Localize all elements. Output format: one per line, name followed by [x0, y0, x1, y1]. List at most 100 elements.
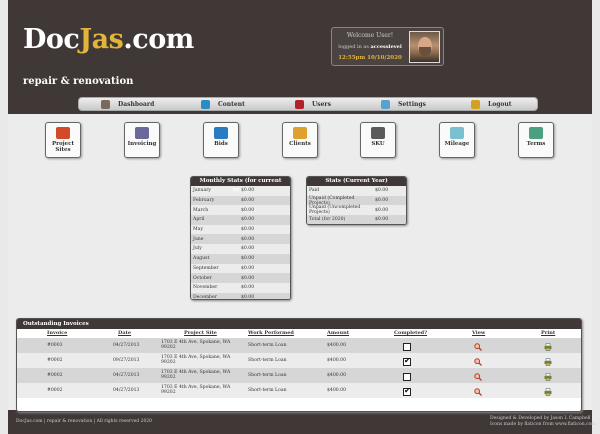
invoicing-icon [135, 127, 149, 139]
tile-clients[interactable]: Clients [282, 122, 318, 158]
column-header[interactable]: Date [118, 330, 131, 336]
tile-label: Invoicing [127, 141, 157, 147]
monthly-stat-row: March $0.00 [191, 205, 290, 216]
view-magnifier-icon[interactable] [474, 373, 482, 381]
logged-prefix: logged in as [338, 44, 369, 50]
nav-label: Content [218, 101, 245, 108]
column-header[interactable]: Work Performed [248, 330, 294, 336]
invoice-site: 1703 E 4th Ave, Spokane, WA 99202 [161, 370, 231, 380]
invoice-site: 1703 E 4th Ave, Spokane, WA 99202 [161, 355, 231, 365]
tile-label-2: Sites [55, 147, 71, 153]
year-stat-value: $0.00 [375, 188, 389, 194]
invoice-work: Short-term Loan [248, 358, 287, 363]
invoice-date: 04/27/2013 [113, 343, 140, 348]
year-stat-label: Paid [309, 188, 320, 194]
footer-credit-2: Icons made by flaticon from www.flaticon… [490, 421, 596, 427]
logged-in-text: logged in as accesslevel [332, 44, 408, 50]
footer-credit-1: Designed & Developed by Jason L Campbell [490, 416, 591, 421]
nav-content[interactable]: Content [201, 99, 245, 110]
tile-invoicing[interactable]: Invoicing [124, 122, 160, 158]
invoice-work: Short-term Loan [248, 343, 287, 348]
completed-checkbox[interactable] [403, 386, 411, 396]
nav-logout[interactable]: Logout [471, 99, 512, 110]
nav-label: Users [312, 101, 331, 108]
footer-credits: Designed & Developed by Jason L Campbell… [490, 416, 596, 427]
column-header[interactable]: View [472, 330, 485, 336]
nav-dashboard[interactable]: Dashboard [101, 99, 154, 110]
month-label: April [193, 217, 205, 223]
tile-label: Terms [526, 141, 546, 147]
avatar[interactable] [409, 31, 440, 63]
monthly-stats-rows: January $0.00 February $0.00 March $0.00 April… [191, 186, 290, 299]
completed-checkbox[interactable] [403, 356, 411, 366]
month-value: $0.00 [241, 227, 255, 233]
tile-label: Mileage [444, 141, 470, 147]
year-stats-rows: Paid $0.00 Unpaid (Completed Projects) $0.0… [307, 186, 406, 224]
sku-icon [371, 127, 385, 139]
month-value: $0.00 [241, 285, 255, 291]
column-header[interactable]: Amount [327, 330, 349, 336]
month-label: May [193, 227, 204, 233]
monthly-stat-row: February $0.00 [191, 195, 290, 206]
year-stat-row: Unpaid (Completed Projects) $0.00 [307, 196, 406, 206]
nav-users[interactable]: Users [295, 99, 331, 110]
print-icon[interactable] [544, 388, 552, 396]
month-value: $0.00 [241, 265, 255, 271]
year-stat-row: Unpaid (Uncompleted Projects) $0.00 [307, 205, 406, 215]
clients-icon [293, 127, 307, 139]
invoice-date: 04/27/2013 [113, 388, 140, 393]
month-value: $0.00 [241, 207, 255, 213]
nav-label: Settings [398, 101, 426, 108]
site-logo[interactable]: DocJas.com [23, 24, 194, 55]
completed-checkbox[interactable] [403, 373, 411, 381]
year-stat-label: Total (for 2020) [309, 217, 346, 223]
tile-sku[interactable]: SKU [360, 122, 396, 158]
invoices-header-row: Invoice Date Project Site Work Performed Amo… [17, 329, 581, 338]
monthly-stat-row: September $0.00 [191, 263, 290, 274]
invoice-date: 09/27/2013 [113, 358, 140, 363]
monthly-stat-row: June $0.00 [191, 234, 290, 245]
monthly-stats-panel: Monthly Stats (for current year) January… [190, 176, 291, 300]
main-nav: Dashboard Content Users Settings Logout [78, 97, 538, 111]
view-magnifier-icon[interactable] [474, 388, 482, 396]
month-value: $0.00 [241, 188, 255, 194]
month-value: $0.00 [241, 236, 255, 242]
nav-label: Logout [488, 101, 512, 108]
invoice-invoice: #0003 [47, 343, 63, 348]
print-icon[interactable] [544, 373, 552, 381]
dashboard-icon [101, 100, 110, 109]
monthly-stat-row: October $0.00 [191, 273, 290, 283]
tile-label: Clients [289, 141, 311, 147]
invoice-site: 1703 E 4th Ave, Spokane, WA 99202 [161, 340, 231, 350]
nav-settings[interactable]: Settings [381, 99, 426, 110]
year-stat-value: $0.00 [375, 198, 389, 204]
column-header[interactable]: Completed? [394, 330, 427, 336]
print-icon[interactable] [544, 358, 552, 366]
month-label: June [193, 236, 204, 242]
print-icon[interactable] [544, 343, 552, 351]
invoice-date: 04/27/2013 [113, 373, 140, 378]
welcome-text: Welcome User! [346, 32, 394, 39]
tagline: repair & renovation [23, 76, 134, 87]
tile-terms[interactable]: Terms [518, 122, 554, 158]
view-magnifier-icon[interactable] [474, 358, 482, 366]
users-icon [295, 100, 304, 109]
completed-checkbox[interactable] [403, 343, 411, 351]
month-value: $0.00 [241, 246, 255, 252]
tile-project[interactable]: Project Sites [45, 122, 81, 158]
outstanding-invoices-panel: Outstanding Invoices Invoice Date Project … [16, 318, 582, 412]
column-header[interactable]: Project Site [184, 330, 217, 336]
invoice-invoice: #0002 [47, 388, 63, 393]
view-magnifier-icon[interactable] [474, 343, 482, 351]
month-value: $0.00 [241, 256, 255, 262]
tile-mileage[interactable]: Mileage [439, 122, 475, 158]
column-header[interactable]: Invoice [47, 330, 67, 336]
invoice-amount: $400.00 [327, 343, 346, 348]
user-info-box: Welcome User! logged in as accesslevel 1… [331, 27, 444, 66]
month-value: $0.00 [241, 198, 255, 204]
invoices-rows: #0003 04/27/2013 1703 E 4th Ave, Spokane, … [17, 338, 581, 398]
column-header[interactable]: Print [541, 330, 555, 336]
tile-bids[interactable]: Bids [203, 122, 239, 158]
invoice-invoice: #0002 [47, 358, 63, 363]
year-stats-panel: Stats (Current Year) Paid $0.00 Unpaid (Co… [306, 176, 407, 225]
